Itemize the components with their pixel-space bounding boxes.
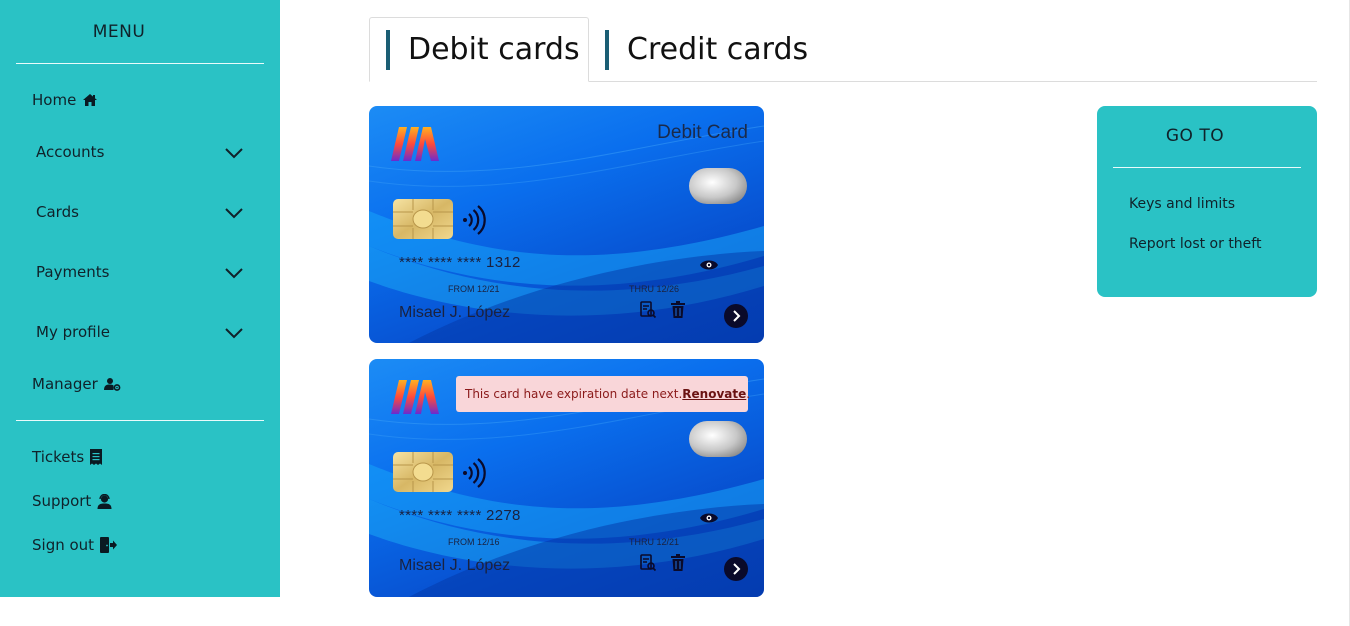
sidebar-item-tickets[interactable]: Tickets bbox=[0, 440, 280, 474]
card-number: **** **** **** 1312 bbox=[399, 254, 521, 271]
keys-and-limits-link[interactable]: Keys and limits bbox=[1129, 196, 1235, 212]
chevron-down-icon[interactable] bbox=[224, 204, 244, 223]
goto-panel: GO TO Keys and limits Report lost or the… bbox=[1097, 106, 1317, 297]
emv-chip-icon bbox=[393, 199, 453, 243]
menu-title: MENU bbox=[92, 22, 146, 42]
sidebar-item-manager[interactable]: Manager bbox=[0, 367, 280, 401]
tab-debit-cards[interactable]: Debit cards bbox=[369, 17, 589, 82]
sidebar-item-label: Manager bbox=[32, 375, 98, 393]
card-number: **** **** **** 2278 bbox=[399, 507, 521, 524]
arrow-right-circle-icon[interactable] bbox=[724, 304, 748, 332]
card-valid-thru: THRU 12/26 bbox=[629, 284, 680, 294]
debit-card[interactable]: Debit Card **** **** **** 1312 FROM 12/2… bbox=[369, 106, 764, 343]
expiration-alert: This card have expiration date next. Ren… bbox=[456, 376, 751, 412]
sidebar: MENU Home Accounts Cards Payments My pro… bbox=[0, 0, 280, 597]
menu-divider bbox=[16, 63, 264, 64]
sidebar-item-home[interactable]: Home bbox=[0, 83, 280, 117]
sidebar-item-label: Support bbox=[32, 492, 92, 510]
chevron-down-icon[interactable] bbox=[224, 324, 244, 343]
eye-icon[interactable] bbox=[700, 256, 718, 275]
sidebar-item-cards[interactable]: Cards bbox=[0, 195, 280, 229]
sidebar-item-payments[interactable]: Payments bbox=[0, 255, 280, 289]
renovate-link[interactable]: Renovate bbox=[682, 387, 746, 401]
sidebar-item-label: Home bbox=[32, 91, 77, 109]
debit-card[interactable]: This card have expiration date next. Ren… bbox=[369, 359, 764, 597]
sidebar-item-support[interactable]: Support bbox=[0, 484, 280, 518]
trash-icon[interactable] bbox=[671, 554, 685, 575]
emv-chip-icon bbox=[393, 452, 453, 496]
card-holder-name: Misael J. López bbox=[399, 557, 511, 574]
tab-label: Debit cards bbox=[408, 32, 580, 67]
contactless-chip-icon bbox=[688, 420, 748, 462]
card-valid-from: FROM 12/21 bbox=[448, 284, 500, 294]
goto-title: GO TO bbox=[1165, 126, 1225, 146]
eye-icon[interactable] bbox=[700, 509, 718, 528]
contactless-chip-icon bbox=[688, 167, 748, 209]
sidebar-item-label: Payments bbox=[36, 263, 110, 281]
receipt-icon bbox=[90, 449, 103, 465]
sidebar-item-sign-out[interactable]: Sign out bbox=[0, 528, 280, 562]
card-details-icon[interactable] bbox=[640, 554, 657, 576]
sidebar-item-label: Accounts bbox=[36, 143, 105, 161]
alert-end: . bbox=[746, 387, 751, 401]
sidebar-item-label: Sign out bbox=[32, 536, 95, 554]
card-details-icon[interactable] bbox=[640, 301, 657, 323]
headset-user-icon bbox=[97, 493, 112, 509]
sidebar-item-accounts[interactable]: Accounts bbox=[0, 135, 280, 169]
trash-icon[interactable] bbox=[671, 301, 685, 322]
card-holder-name: Misael J. López bbox=[399, 304, 511, 321]
alert-text: This card have expiration date next. bbox=[465, 387, 683, 401]
bank-logo bbox=[389, 125, 441, 167]
home-icon bbox=[82, 93, 98, 107]
nfc-icon bbox=[461, 458, 487, 492]
card-type-label: Debit Card bbox=[657, 122, 748, 143]
sidebar-item-label: My profile bbox=[36, 323, 110, 341]
tab-accent-bar bbox=[605, 29, 609, 70]
menu-divider bbox=[16, 420, 264, 421]
bank-logo bbox=[389, 378, 441, 420]
chevron-down-icon[interactable] bbox=[224, 144, 244, 163]
sidebar-item-label: Tickets bbox=[32, 448, 85, 466]
sidebar-item-label: Cards bbox=[36, 203, 79, 221]
nfc-icon bbox=[461, 205, 487, 239]
chevron-down-icon[interactable] bbox=[224, 264, 244, 283]
card-valid-thru: THRU 12/21 bbox=[629, 537, 680, 547]
card-valid-from: FROM 12/16 bbox=[448, 537, 500, 547]
sidebar-item-my-profile[interactable]: My profile bbox=[0, 315, 280, 349]
arrow-right-circle-icon[interactable] bbox=[724, 557, 748, 585]
goto-divider bbox=[1113, 167, 1301, 168]
report-lost-or-theft-link[interactable]: Report lost or theft bbox=[1129, 236, 1261, 252]
card-tabs: Debit cards Credit cards bbox=[369, 17, 1317, 82]
tab-accent-bar bbox=[386, 29, 390, 70]
sign-out-icon bbox=[100, 537, 118, 553]
user-gear-icon bbox=[103, 377, 121, 391]
tab-label: Credit cards bbox=[627, 32, 809, 67]
tab-credit-cards[interactable]: Credit cards bbox=[605, 17, 808, 82]
